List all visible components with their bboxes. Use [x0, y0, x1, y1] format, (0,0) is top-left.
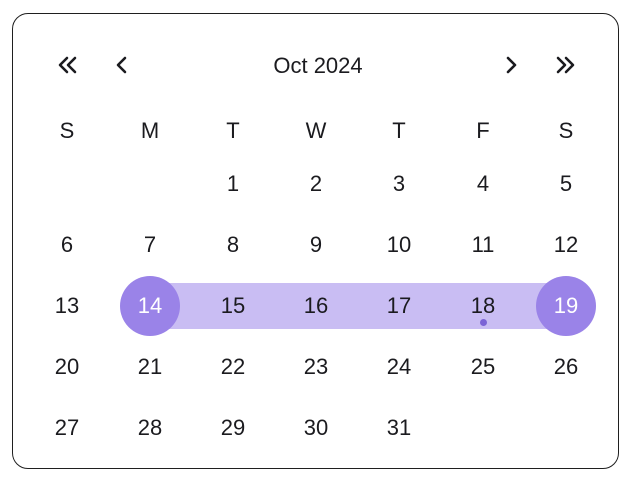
day-cell[interactable]: 20 [37, 337, 97, 397]
day-cell[interactable]: 4 [453, 154, 513, 214]
range-start-day[interactable]: 14 [120, 276, 180, 336]
chevron-right-icon [501, 55, 521, 75]
day-cell[interactable]: 12 [536, 215, 596, 275]
day-cell[interactable]: 23 [286, 337, 346, 397]
day-cell[interactable]: 30 [286, 398, 346, 458]
today-indicator-dot [479, 319, 487, 326]
range-end-day[interactable]: 19 [536, 276, 596, 336]
day-cell[interactable]: 16 [286, 276, 346, 336]
day-cell[interactable]: 2 [286, 154, 346, 214]
day-cell[interactable]: 17 [369, 276, 429, 336]
day-cell[interactable]: 21 [120, 337, 180, 397]
weekday-label: F [476, 118, 490, 143]
today-day-cell[interactable]: 18 [453, 276, 513, 336]
day-cell[interactable]: 29 [203, 398, 263, 458]
weekday-label: M [140, 118, 160, 143]
day-cell[interactable]: 6 [37, 215, 97, 275]
day-cell[interactable]: 31 [369, 398, 429, 458]
day-cell[interactable]: 11 [453, 215, 513, 275]
weekday-label: S [558, 118, 574, 143]
weekday-label: W [305, 118, 327, 143]
day-cell[interactable]: 13 [37, 276, 97, 336]
day-cell[interactable]: 28 [120, 398, 180, 458]
day-cell[interactable]: 15 [203, 276, 263, 336]
day-cell[interactable]: 24 [369, 337, 429, 397]
day-cell[interactable]: 25 [453, 337, 513, 397]
day-cell[interactable]: 1 [203, 154, 263, 214]
next-month-button[interactable] [496, 50, 526, 80]
day-cell[interactable]: 8 [203, 215, 263, 275]
day-cell[interactable]: 9 [286, 215, 346, 275]
day-cell[interactable]: 3 [369, 154, 429, 214]
weekday-label: T [392, 118, 406, 143]
month-year-label[interactable]: Oct 2024 [0, 52, 636, 80]
day-cell[interactable]: 7 [120, 215, 180, 275]
day-cell[interactable]: 26 [536, 337, 596, 397]
weekday-label: T [226, 118, 240, 143]
day-cell[interactable]: 5 [536, 154, 596, 214]
next-year-button[interactable] [550, 50, 580, 80]
weekday-label: S [59, 118, 75, 143]
day-cell[interactable]: 27 [37, 398, 97, 458]
day-cell[interactable]: 10 [369, 215, 429, 275]
day-cell[interactable]: 22 [203, 337, 263, 397]
double-chevron-right-icon [552, 55, 578, 75]
